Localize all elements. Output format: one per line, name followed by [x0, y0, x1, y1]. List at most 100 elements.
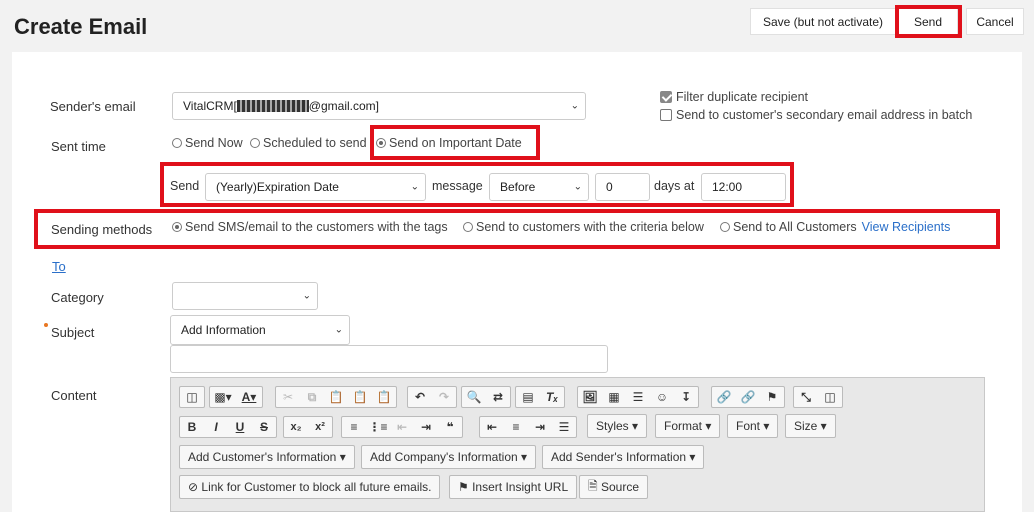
paste-word-icon[interactable]: 📋	[372, 387, 396, 407]
category-select[interactable]: ⌄	[172, 282, 318, 310]
subscript-icon[interactable]: x₂	[284, 417, 308, 437]
toolbar-group-undo: ↶ ↷	[407, 386, 457, 408]
maximize-icon[interactable]: ⤡	[794, 387, 818, 407]
italic-icon[interactable]: I	[204, 417, 228, 437]
relation-value: Before	[500, 180, 536, 194]
sender-email-select[interactable]: VitalCRM[ @gmail.com] ⌄	[172, 92, 586, 120]
scheduled-radio[interactable]	[250, 138, 260, 148]
link-icon[interactable]: 🔗	[712, 387, 736, 407]
toolbar-group-lists: ≡ ⋮≡ ⇤ ⇥ ❝	[341, 416, 463, 438]
important-date-select[interactable]: (Yearly)Expiration Date ⌄	[205, 173, 426, 201]
subject-info-value: Add Information	[181, 323, 266, 337]
cancel-button[interactable]: Cancel	[966, 8, 1024, 35]
paste-icon[interactable]: 📋	[324, 387, 348, 407]
table-icon[interactable]: ▦	[602, 387, 626, 407]
bold-icon[interactable]: B	[180, 417, 204, 437]
chevron-down-icon: ⌄	[410, 181, 419, 193]
toolbar-group-find: 🔍 ⇄	[461, 386, 511, 408]
criteria-radio[interactable]	[463, 222, 473, 232]
tags-option[interactable]: Send SMS/email to the customers with the…	[172, 220, 448, 234]
align-left-icon[interactable]: ⇤	[480, 417, 504, 437]
subject-input[interactable]	[170, 345, 608, 373]
unlink-icon[interactable]: 🔗	[736, 387, 760, 407]
sent-time-label: Sent time	[51, 139, 106, 154]
toolbar-group-basicstyles: B I U S	[179, 416, 277, 438]
view-recipients-link[interactable]: View Recipients	[862, 220, 951, 234]
tags-radio[interactable]	[172, 222, 182, 232]
required-indicator	[44, 323, 48, 327]
important-date-value: (Yearly)Expiration Date	[216, 180, 339, 194]
send-now-option[interactable]: Send Now	[172, 136, 243, 150]
horizontal-line-icon[interactable]: ☰	[626, 387, 650, 407]
underline-icon[interactable]: U	[228, 417, 252, 437]
format-dropdown[interactable]: Format ▾	[655, 414, 721, 438]
size-dropdown[interactable]: Size ▾	[785, 414, 836, 438]
show-blocks-icon[interactable]: ◫	[818, 387, 842, 407]
page-break-icon[interactable]: ↧	[674, 387, 698, 407]
add-company-info-button[interactable]: Add Company's Information ▾	[361, 445, 537, 469]
cut-icon[interactable]: ✂	[276, 387, 300, 407]
to-link[interactable]: To	[52, 259, 66, 274]
anchor-flag-icon[interactable]: ⚑	[760, 387, 784, 407]
text-color-icon[interactable]: A▾	[236, 387, 262, 407]
add-customer-info-button[interactable]: Add Customer's Information ▾	[179, 445, 355, 469]
styles-dropdown[interactable]: Styles ▾	[587, 414, 648, 438]
copy-icon[interactable]: ⧉	[300, 387, 324, 407]
subject-info-select[interactable]: Add Information ⌄	[170, 315, 350, 345]
preview-icon[interactable]: ◫	[180, 387, 204, 407]
filter-duplicate-checkbox[interactable]	[660, 91, 672, 103]
image-icon[interactable]: 🖼	[578, 387, 602, 407]
secondary-email-checkbox[interactable]	[660, 109, 672, 121]
redo-icon[interactable]: ↷	[432, 387, 456, 407]
source-button[interactable]: 🗎 Source	[579, 475, 649, 499]
size-label: Size	[794, 419, 818, 433]
bulleted-list-icon[interactable]: ⋮≡	[366, 417, 390, 437]
chevron-down-icon: ⌄	[334, 324, 343, 336]
send-button-highlight	[895, 5, 962, 38]
content-editor[interactable]: ◫ ▩▾ A▾ ✂ ⧉ 📋 📋 📋 ↶ ↷ 🔍 ⇄ ▤ Tₓ 🖼 ▦ ☰ ☺ ↧…	[170, 377, 985, 512]
days-at-label: days at	[654, 179, 695, 193]
undo-icon[interactable]: ↶	[408, 387, 432, 407]
font-dropdown[interactable]: Font ▾	[727, 414, 779, 438]
align-right-icon[interactable]: ⇥	[528, 417, 552, 437]
justify-icon[interactable]: ☰	[552, 417, 576, 437]
filter-duplicate-option[interactable]: Filter duplicate recipient	[660, 90, 808, 104]
add-sender-info-label: Add Sender's Information	[551, 450, 687, 464]
smiley-icon[interactable]: ☺	[650, 387, 674, 407]
find-icon[interactable]: 🔍	[462, 387, 486, 407]
paste-text-icon[interactable]: 📋	[348, 387, 372, 407]
days-input[interactable]: 0	[595, 173, 650, 201]
strikethrough-icon[interactable]: S	[252, 417, 276, 437]
save-draft-button[interactable]: Save (but not activate)	[750, 8, 896, 35]
chevron-down-icon: ⌄	[570, 100, 579, 112]
time-input[interactable]: 12:00	[701, 173, 786, 201]
replace-icon[interactable]: ⇄	[486, 387, 510, 407]
page-title: Create Email	[14, 14, 148, 39]
add-sender-info-button[interactable]: Add Sender's Information ▾	[542, 445, 705, 469]
block-emails-label: Link for Customer to block all future em…	[201, 480, 432, 494]
all-customers-option[interactable]: Send to All Customers View Recipients	[720, 220, 950, 234]
toolbar-group-preview: ◫	[179, 386, 205, 408]
criteria-option[interactable]: Send to customers with the criteria belo…	[463, 220, 704, 234]
add-company-info-label: Add Company's Information	[370, 450, 518, 464]
send-now-radio[interactable]	[172, 138, 182, 148]
sender-email-prefix: VitalCRM[	[183, 99, 237, 113]
secondary-email-option[interactable]: Send to customer's secondary email addre…	[660, 108, 972, 122]
source-label: Source	[600, 480, 640, 494]
superscript-icon[interactable]: x²	[308, 417, 332, 437]
insert-insight-url-button[interactable]: ⚑ Insert Insight URL	[449, 475, 578, 499]
scheduled-option[interactable]: Scheduled to send	[250, 136, 367, 150]
remove-format-icon[interactable]: Tₓ	[540, 387, 564, 407]
indent-icon[interactable]: ⇥	[414, 417, 438, 437]
align-center-icon[interactable]: ≡	[504, 417, 528, 437]
background-color-icon[interactable]: ▩▾	[210, 387, 236, 407]
all-customers-radio[interactable]	[720, 222, 730, 232]
format-label: Format	[664, 419, 703, 433]
relation-select[interactable]: Before ⌄	[489, 173, 589, 201]
outdent-icon[interactable]: ⇤	[390, 417, 414, 437]
blockquote-icon[interactable]: ❝	[438, 417, 462, 437]
block-emails-link-button[interactable]: ⊘ Link for Customer to block all future …	[179, 475, 441, 499]
numbered-list-icon[interactable]: ≡	[342, 417, 366, 437]
font-label: Font	[736, 419, 761, 433]
select-all-icon[interactable]: ▤	[516, 387, 540, 407]
